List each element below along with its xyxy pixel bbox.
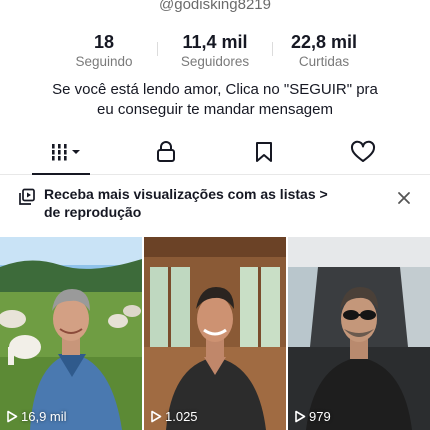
- view-count: 1.025: [150, 409, 198, 424]
- play-icon: [295, 410, 306, 423]
- playlist-banner[interactable]: Receba mais visualizações com as listas …: [0, 180, 430, 230]
- tab-liked[interactable]: [333, 130, 393, 174]
- likes-label: Curtidas: [298, 54, 350, 69]
- profile-stats: 18 Seguindo 11,4 mil Seguidores 22,8 mil…: [0, 32, 430, 72]
- video-thumbnail[interactable]: 16,9 mil: [0, 237, 142, 430]
- banner-text: Receba mais visualizações com as listas …: [44, 185, 344, 221]
- following-label: Seguindo: [75, 54, 133, 69]
- play-icon: [7, 410, 18, 423]
- view-count-text: 979: [309, 409, 331, 424]
- play-icon: [151, 410, 162, 423]
- video-thumbnail[interactable]: 979: [288, 237, 430, 430]
- tab-videos[interactable]: [36, 130, 96, 174]
- stat-followers[interactable]: 11,4 mil Seguidores: [155, 32, 275, 69]
- banner-line: de reprodução: [44, 204, 142, 220]
- tab-private[interactable]: [136, 130, 196, 174]
- bio-line: eu conseguir te mandar mensagem: [97, 101, 333, 118]
- video-cover-image: [144, 237, 286, 430]
- playlist-icon: [19, 188, 35, 205]
- following-count: 18: [93, 32, 115, 52]
- bio-line: Se você está lendo amor, Clica no "SEGUI…: [52, 81, 378, 98]
- view-count-text: 16,9 mil: [21, 409, 67, 424]
- video-cover-image: [0, 237, 142, 430]
- view-count: 979: [294, 409, 331, 424]
- view-count-text: 1.025: [165, 409, 198, 424]
- grid-icon: [52, 144, 80, 161]
- video-cover-image: [288, 237, 430, 430]
- active-tab-indicator: [32, 173, 90, 175]
- banner-line: Receba mais visualizações com as listas …: [44, 186, 328, 202]
- view-count: 16,9 mil: [6, 409, 67, 424]
- likes-count: 22,8 mil: [290, 32, 358, 52]
- profile-tabs: [0, 130, 430, 175]
- profile-bio: Se você está lendo amor, Clica no "SEGUI…: [30, 80, 400, 120]
- video-thumbnail[interactable]: 1.025: [144, 237, 286, 430]
- video-grid: 16,9 mil 1.025 979: [0, 237, 430, 430]
- followers-count: 11,4 mil: [182, 32, 248, 52]
- followers-label: Seguidores: [180, 54, 250, 69]
- profile-username: @godisking8219: [159, 0, 271, 13]
- stat-following[interactable]: 18 Seguindo: [44, 32, 164, 69]
- heart-icon: [350, 140, 376, 162]
- bookmark-icon: [256, 142, 272, 162]
- close-icon[interactable]: [396, 190, 412, 206]
- stat-likes[interactable]: 22,8 mil Curtidas: [264, 32, 384, 69]
- lock-icon: [157, 141, 175, 162]
- tab-saved[interactable]: [234, 130, 294, 174]
